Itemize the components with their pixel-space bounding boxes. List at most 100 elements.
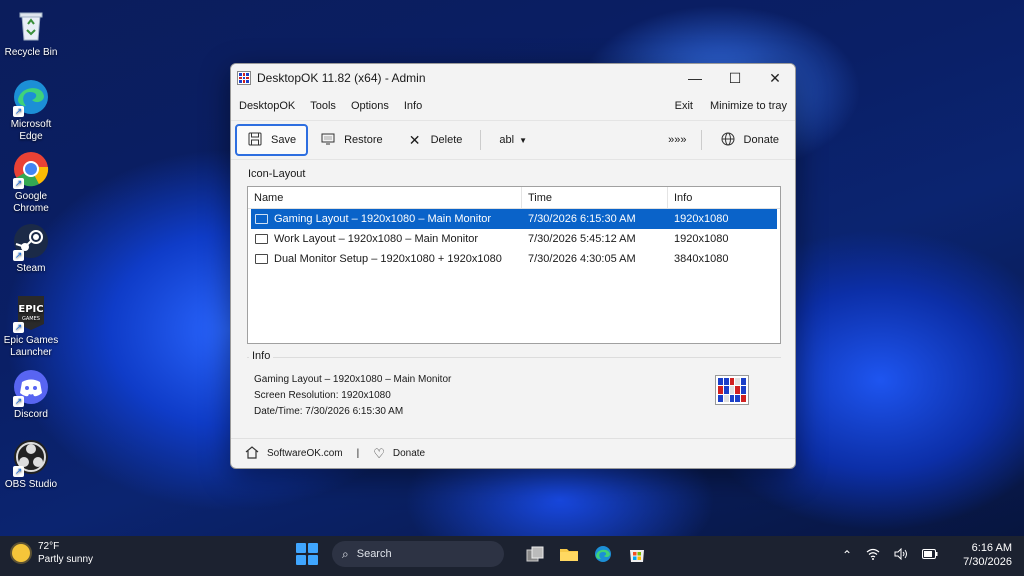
clock[interactable]: 6:16 AM 7/30/2026 — [963, 541, 1012, 569]
toolbar: Save Restore ✕ Delete abl ▼ »»» Donate — [231, 120, 795, 160]
epic-games-icon: EPIC GAMES ↗ — [12, 294, 50, 333]
x-delete-icon: ✕ — [408, 131, 421, 148]
desktopok-app-icon — [237, 71, 251, 85]
desktop-icon-obs[interactable]: ↗ OBS Studio — [0, 438, 62, 491]
monitor-icon — [255, 214, 268, 224]
edge-taskbar-icon[interactable] — [591, 542, 615, 566]
desktop-icon-chrome[interactable]: ↗ Google Chrome — [0, 150, 62, 215]
info-line-resolution: Screen Resolution: 1920x1080 — [254, 390, 391, 401]
search-label: Search — [356, 548, 392, 560]
speaker-icon[interactable] — [894, 547, 908, 563]
info-group-label: Info — [249, 350, 274, 362]
row-info: 1920x1080 — [674, 213, 729, 225]
globe-icon — [720, 132, 736, 149]
title-bar[interactable]: DesktopOK 11.82 (x64) - Admin — ☐ ✕ — [231, 64, 795, 92]
file-explorer-icon[interactable] — [557, 542, 581, 566]
toolbar-separator — [700, 130, 702, 150]
taskbar: 72°F Partly sunny ⌕ Search ⌃ 6:16 AM 7/3… — [0, 536, 1024, 576]
wifi-icon[interactable] — [866, 548, 880, 563]
desktop-icon-recycle-bin[interactable]: Recycle Bin — [0, 6, 62, 59]
layout-list[interactable]: Name Time Info Gaming Layout – 1920x1080… — [247, 186, 781, 344]
desktop-icon-steam[interactable]: ↗ Steam — [0, 222, 62, 275]
maximize-button[interactable]: ☐ — [715, 64, 755, 92]
desktop-icon-label: Microsoft Edge — [10, 119, 52, 142]
dropdown-caret-icon: ▼ — [519, 135, 528, 145]
menu-desktopok[interactable]: DesktopOK — [239, 100, 295, 112]
menu-info[interactable]: Info — [404, 100, 422, 112]
windows-start-icon[interactable] — [296, 543, 318, 565]
shortcut-arrow-icon: ↗ — [13, 466, 24, 477]
desktopok-logo-icon — [715, 375, 749, 405]
battery-icon[interactable] — [922, 548, 938, 562]
save-button[interactable]: Save — [235, 124, 309, 156]
restore-button[interactable]: Restore — [308, 124, 395, 156]
edge-icon: ↗ — [12, 78, 50, 117]
minimize-button[interactable]: — — [675, 64, 715, 92]
row-info: 3840x1080 — [674, 253, 729, 265]
desktop-icon-label: OBS Studio — [4, 479, 58, 490]
floppy-disk-icon — [247, 132, 263, 149]
row-time: 7/30/2026 4:30:05 AM — [528, 253, 636, 265]
font-dropdown[interactable]: abl ▼ — [487, 124, 539, 156]
desktop-icon-discord[interactable]: ↗ Discord — [0, 368, 62, 421]
steam-icon: ↗ — [12, 222, 50, 261]
desktop-icon-label: Epic Games Launcher — [3, 335, 59, 358]
weather-widget[interactable]: 72°F Partly sunny — [12, 540, 93, 566]
close-button[interactable]: ✕ — [755, 64, 795, 92]
footer-separator: | — [356, 448, 360, 459]
donate-button[interactable]: Donate — [708, 124, 791, 156]
menu-exit[interactable]: Exit — [675, 100, 693, 112]
info-text: Gaming Layout – 1920x1080 – Main Monitor… — [254, 372, 451, 420]
desktop-icon-label: Recycle Bin — [4, 47, 58, 58]
menu-tools[interactable]: Tools — [310, 100, 336, 112]
toolbar-separator — [480, 130, 482, 150]
microsoft-store-icon[interactable] — [625, 542, 649, 566]
list-header: Name Time Info — [248, 187, 780, 209]
save-label: Save — [271, 134, 297, 146]
column-header-info[interactable]: Info — [668, 187, 780, 208]
shortcut-arrow-icon: ↗ — [13, 250, 24, 261]
footer-donate-link[interactable]: Donate — [393, 448, 425, 459]
weather-condition: Partly sunny — [38, 554, 94, 565]
monitor-icon — [255, 234, 268, 244]
chevron-up-icon[interactable]: ⌃ — [842, 548, 852, 562]
restore-label: Restore — [344, 134, 383, 146]
desktop-icon-edge[interactable]: ↗ Microsoft Edge — [0, 78, 62, 143]
delete-button[interactable]: ✕ Delete — [395, 124, 475, 156]
menu-options[interactable]: Options — [351, 100, 389, 112]
more-button[interactable]: »»» — [660, 124, 694, 156]
heart-icon: ♡ — [373, 445, 385, 461]
softwareok-link[interactable]: SoftwareOK.com — [267, 448, 343, 459]
list-item[interactable]: Gaming Layout – 1920x1080 – Main Monitor… — [251, 209, 777, 229]
row-name: Work Layout – 1920x1080 – Main Monitor — [274, 233, 479, 245]
clock-time: 6:16 AM — [971, 542, 1012, 554]
column-header-name[interactable]: Name — [248, 187, 522, 208]
column-header-time[interactable]: Time — [522, 187, 668, 208]
row-info: 1920x1080 — [674, 233, 729, 245]
desktop-icon-label: Steam — [16, 263, 46, 274]
clock-date: 7/30/2026 — [963, 556, 1012, 568]
info-group: Info Gaming Layout – 1920x1080 – Main Mo… — [247, 350, 781, 433]
row-name: Dual Monitor Setup – 1920x1080 + 1920x10… — [274, 253, 502, 265]
search-icon: ⌕ — [342, 546, 349, 561]
shortcut-arrow-icon: ↗ — [13, 178, 24, 189]
delete-label: Delete — [430, 134, 463, 146]
weather-sun-icon — [12, 544, 30, 562]
desktop-icon-label: Google Chrome — [13, 191, 49, 214]
taskbar-search[interactable]: ⌕ Search — [332, 541, 504, 567]
footer-bar: SoftwareOK.com | ♡ Donate — [231, 438, 795, 468]
row-time: 7/30/2026 6:15:30 AM — [528, 213, 636, 225]
desktop-icon-epic-games[interactable]: EPIC GAMES ↗ Epic Games Launcher — [0, 294, 62, 359]
info-line-layout: Gaming Layout – 1920x1080 – Main Monitor — [254, 374, 452, 385]
chrome-icon: ↗ — [12, 150, 50, 189]
desktop-icon-label: Discord — [14, 409, 48, 420]
obs-icon: ↗ — [12, 438, 50, 477]
shortcut-arrow-icon: ↗ — [13, 322, 24, 333]
list-item[interactable]: Work Layout – 1920x1080 – Main Monitor 7… — [251, 229, 777, 249]
monitor-icon — [255, 254, 268, 264]
task-view-icon[interactable] — [523, 542, 547, 566]
font-dropdown-label: abl — [499, 134, 515, 146]
icon-layout-group-label: Icon-Layout — [248, 168, 306, 180]
menu-minimize-to-tray[interactable]: Minimize to tray — [710, 100, 787, 112]
list-item[interactable]: Dual Monitor Setup – 1920x1080 + 1920x10… — [251, 249, 777, 269]
